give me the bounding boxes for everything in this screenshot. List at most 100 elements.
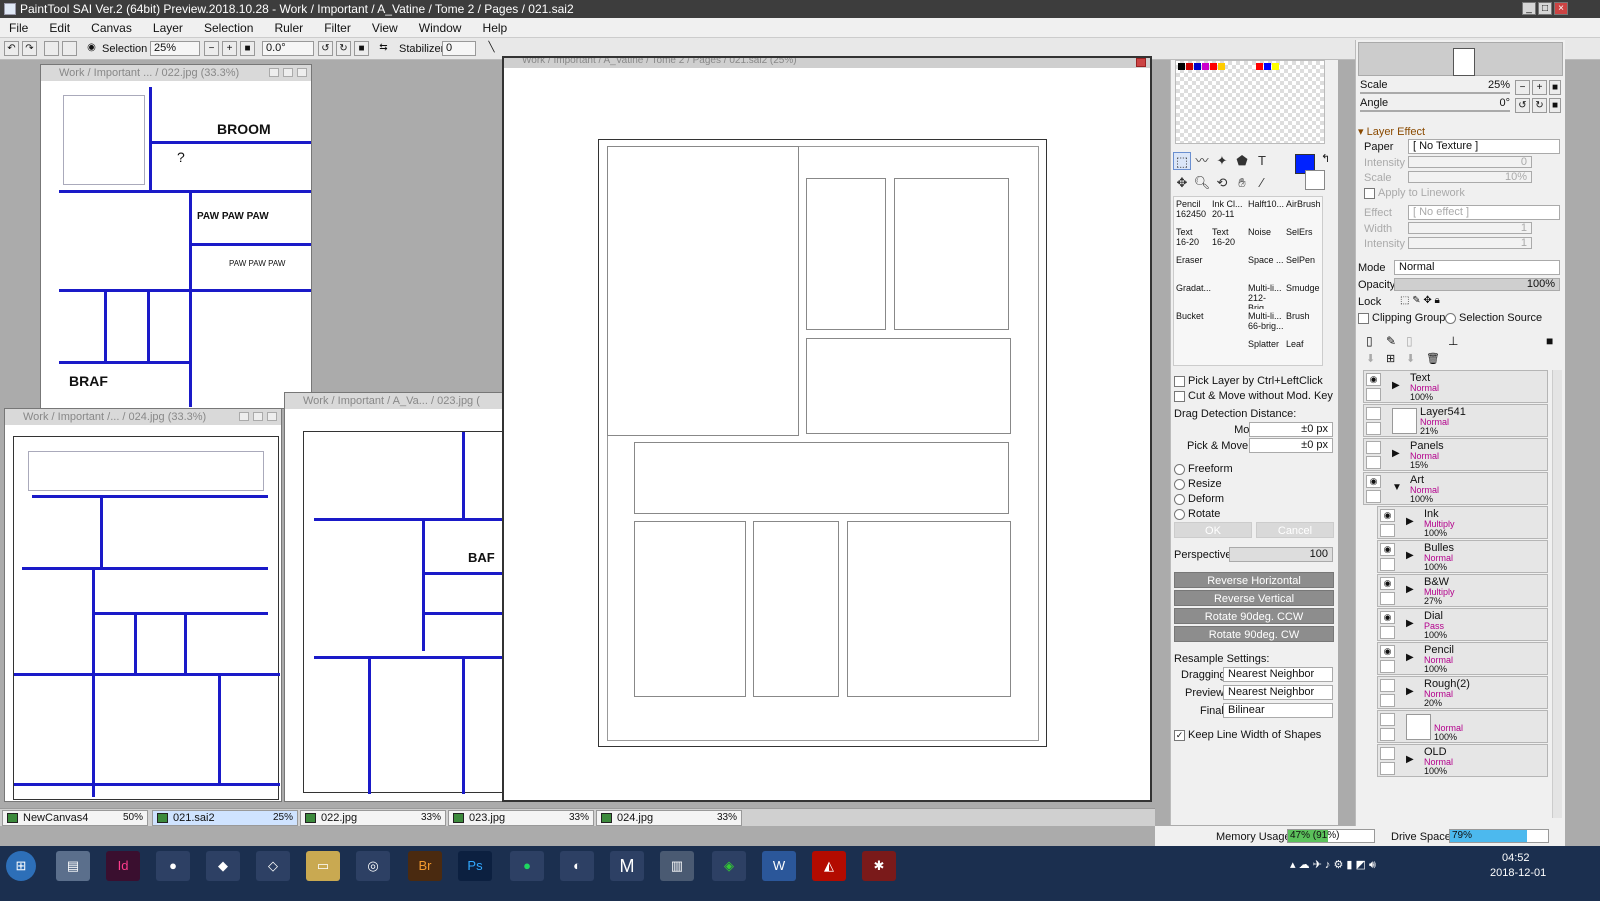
layer-row[interactable]: ◉ ▶ B&W Multiply 27% — [1377, 574, 1548, 607]
trash-icon[interactable]: 🗑︎ — [1426, 352, 1440, 365]
layer-lock-box[interactable] — [1380, 694, 1395, 707]
brush-slot[interactable]: Eraser — [1176, 255, 1212, 281]
pick-move-distance-field[interactable]: ±0 px — [1249, 438, 1333, 453]
layer-lock-box[interactable] — [1380, 592, 1395, 605]
zoom-icon[interactable]: 🔍︎ — [1193, 174, 1211, 192]
rotate-reset-icon[interactable]: ■ — [1549, 98, 1561, 113]
tab-newcanvas4[interactable]: NewCanvas4 50% — [2, 810, 148, 826]
checkbox[interactable] — [1364, 187, 1375, 199]
zoom-in-icon[interactable]: + — [1532, 80, 1547, 95]
lasso-icon[interactable]: 〰 — [1193, 152, 1211, 170]
paint-tool-sai-icon[interactable]: ✱ — [862, 851, 896, 881]
checkbox[interactable] — [1174, 390, 1185, 402]
selection-source-option[interactable]: Selection Source — [1445, 312, 1542, 324]
acrobat-icon[interactable]: ◭ — [812, 851, 846, 881]
layer-lock-box[interactable] — [1380, 762, 1395, 775]
rotate-ccw-icon[interactable]: ↺ — [318, 41, 333, 56]
new-linework-layer-icon[interactable]: ✎ — [1386, 334, 1396, 348]
brush-slot[interactable]: Multi-li... 212-Brig... — [1248, 283, 1284, 309]
apply-linework-option[interactable]: Apply to Linework — [1364, 187, 1465, 199]
perspective-slider[interactable]: 100 — [1229, 547, 1333, 562]
intensity-slider[interactable]: 0 — [1408, 156, 1532, 168]
layer-row[interactable]: ◉ ▶ Pencil Normal 100% — [1377, 642, 1548, 675]
menu-selection[interactable]: Selection — [195, 18, 262, 38]
rotate-cw-button[interactable]: Rotate 90deg. CW — [1174, 626, 1334, 642]
brush-slot[interactable]: Splatter — [1248, 339, 1284, 365]
visibility-eye-icon[interactable] — [1366, 407, 1381, 420]
menu-edit[interactable]: Edit — [40, 18, 79, 38]
layer-row[interactable]: ▶ OLD Normal 100% — [1377, 744, 1548, 777]
rotate-ccw-button[interactable]: Rotate 90deg. CCW — [1174, 608, 1334, 624]
layer-row[interactable]: Normal 100% — [1377, 710, 1548, 743]
layer-row[interactable]: ▶ Panels Normal 15% — [1363, 438, 1548, 471]
rotate-cw-icon[interactable]: ↻ — [336, 41, 351, 56]
final-select[interactable]: Bilinear — [1223, 703, 1333, 718]
chevron-right-icon[interactable]: ▶ — [1406, 516, 1414, 527]
minimize-icon[interactable] — [269, 68, 279, 77]
layer-effect-title[interactable]: ▾ Layer Effect — [1358, 125, 1425, 138]
brush-slot[interactable]: Ink Cl... 20-11 — [1212, 199, 1248, 225]
chevron-right-icon[interactable]: ▶ — [1406, 584, 1414, 595]
brush-slot[interactable]: AirBrush — [1286, 199, 1322, 225]
width-slider[interactable]: 1 — [1408, 222, 1532, 234]
effect-select[interactable]: [ No effect ] — [1408, 205, 1560, 220]
chevron-right-icon[interactable]: ▶ — [1392, 448, 1400, 459]
paper-scale-slider[interactable]: 10% — [1408, 171, 1532, 183]
color-swatches[interactable] — [1175, 60, 1325, 144]
angle-slider[interactable] — [1360, 110, 1510, 112]
brush-slot[interactable]: Text 16-20 — [1176, 227, 1212, 253]
menu-help[interactable]: Help — [474, 18, 517, 38]
checkbox[interactable] — [1174, 375, 1185, 387]
undo-icon[interactable]: ↶ — [4, 41, 19, 56]
menu-ruler[interactable]: Ruler — [265, 18, 312, 38]
layer-lock-box[interactable] — [1366, 490, 1381, 503]
radio[interactable] — [1445, 312, 1456, 324]
shape-icon[interactable]: ⬟ — [1233, 152, 1251, 170]
bridge-icon[interactable]: Br — [408, 851, 442, 881]
text-tool-icon[interactable]: T — [1253, 152, 1271, 170]
new-layer-icon[interactable]: ▯ — [1366, 334, 1373, 348]
brush-slot[interactable]: Leaf — [1286, 339, 1322, 365]
secondary-color-swatch[interactable] — [1305, 170, 1325, 190]
brush-slot[interactable]: SelPen — [1286, 255, 1322, 281]
minimize-button[interactable]: _ — [1522, 2, 1536, 15]
move-distance-field[interactable]: ±0 px — [1249, 422, 1333, 437]
menu-canvas[interactable]: Canvas — [82, 18, 141, 38]
clear-icon[interactable]: ⬇ — [1406, 352, 1415, 365]
layer-scrollbar[interactable] — [1552, 370, 1562, 818]
tab-023[interactable]: 023.jpg 33% — [448, 810, 594, 826]
app-icon[interactable]: ◇ — [256, 851, 290, 881]
redo-icon[interactable]: ↷ — [22, 41, 37, 56]
layer-row[interactable]: ◉ ▶ Dial Pass 100% — [1377, 608, 1548, 641]
photoshop-icon[interactable]: Ps — [458, 851, 492, 881]
explorer-icon[interactable]: ▤ — [56, 851, 90, 881]
doc-title-022[interactable]: Work / Important ... / 022.jpg (33.3%) — [41, 65, 311, 81]
layer-row[interactable]: ◉ ▼ Art Normal 100% — [1363, 472, 1548, 505]
doc-title-023[interactable]: Work / Important / A_Va... / 023.jpg ( — [285, 393, 505, 409]
radio[interactable] — [1174, 493, 1185, 505]
brush-slot[interactable]: Text 16-20 — [1212, 227, 1248, 253]
zoom-reset-icon[interactable]: ■ — [240, 41, 255, 56]
hand-icon[interactable]: ✋︎ — [1233, 174, 1251, 192]
opacity-slider[interactable]: 100% — [1394, 278, 1560, 291]
scale-slider[interactable] — [1360, 92, 1510, 94]
preview-select[interactable]: Nearest Neighbor — [1223, 685, 1333, 700]
visibility-eye-icon[interactable] — [1380, 713, 1395, 726]
doc-window-022[interactable]: Work / Important ... / 022.jpg (33.3%) B… — [40, 64, 312, 409]
close-icon[interactable] — [1136, 58, 1146, 67]
pick-layer-option[interactable]: Pick Layer by Ctrl+LeftClick — [1174, 375, 1323, 387]
brush-slot[interactable]: Pencil 162450 — [1176, 199, 1212, 225]
spotify-icon[interactable]: ● — [510, 851, 544, 881]
visibility-eye-icon[interactable]: ◉ — [1366, 475, 1381, 488]
maximize-icon[interactable] — [253, 412, 263, 421]
layer-row[interactable]: Layer541 Normal 21% — [1363, 404, 1548, 437]
rotate-option[interactable]: Rotate — [1174, 508, 1220, 520]
radio[interactable] — [1174, 508, 1185, 520]
layer-row[interactable]: ◉ ▶ Ink Multiply 100% — [1377, 506, 1548, 539]
deform-option[interactable]: Deform — [1174, 493, 1224, 505]
rotate-reset-icon[interactable]: ■ — [354, 41, 369, 56]
indesign-icon[interactable]: Id — [106, 851, 140, 881]
layer-lock-box[interactable] — [1380, 558, 1395, 571]
brush-slot[interactable]: Smudge — [1286, 283, 1322, 309]
close-icon[interactable] — [297, 68, 307, 77]
